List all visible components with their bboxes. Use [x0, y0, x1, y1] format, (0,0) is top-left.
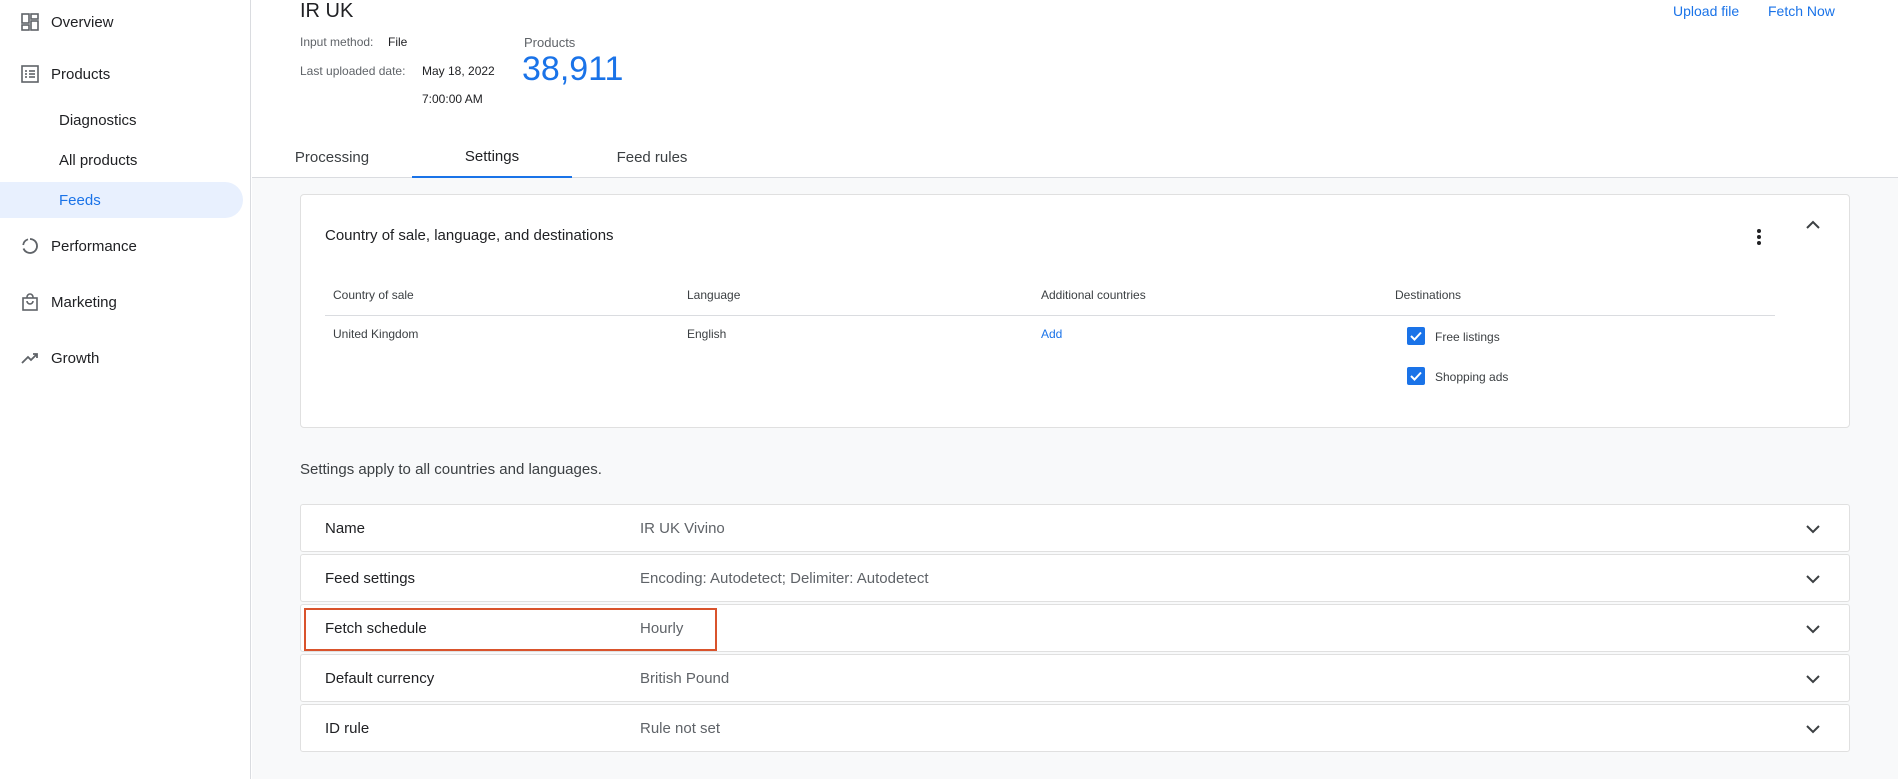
free-listings-label: Free listings [1435, 330, 1500, 344]
tab-processing[interactable]: Processing [278, 136, 386, 178]
setting-value: Rule not set [640, 720, 721, 737]
setting-row-feed-settings[interactable]: Feed settings Encoding: Autodetect; Deli… [300, 554, 1850, 602]
sidebar-item-products[interactable]: Products [0, 56, 243, 92]
sidebar-item-label: Overview [51, 13, 114, 31]
free-listings-checkbox[interactable] [1407, 327, 1425, 345]
chevron-down-icon[interactable] [1801, 667, 1825, 691]
input-method-value: File [388, 35, 408, 49]
setting-name: Feed settings [325, 570, 416, 587]
chevron-down-icon[interactable] [1801, 517, 1825, 541]
main-content: IR UK Input method: File Last uploaded d… [252, 0, 1898, 779]
sidebar-item-growth[interactable]: Growth [0, 340, 243, 376]
column-header-additional-countries: Additional countries [1041, 288, 1146, 302]
products-count: 38,911 [522, 50, 624, 88]
setting-row-name[interactable]: Name IR UK Vivino [300, 504, 1850, 552]
checkmark-icon [1410, 371, 1422, 381]
sidebar: Overview Products Diagnostics All produc… [0, 0, 251, 779]
sidebar-item-label: Growth [51, 349, 100, 367]
products-label: Products [524, 35, 576, 50]
shopping-bag-icon [20, 292, 40, 312]
setting-value: British Pound [640, 670, 730, 687]
setting-row-default-currency[interactable]: Default currency British Pound [300, 654, 1850, 702]
column-header-language: Language [687, 288, 741, 302]
circle-chart-icon [20, 236, 40, 256]
setting-name: Default currency [325, 670, 435, 687]
language-cell: English [687, 327, 727, 341]
setting-row-fetch-schedule[interactable]: Fetch schedule Hourly [300, 604, 1850, 652]
add-country-link[interactable]: Add [1041, 327, 1062, 341]
sidebar-item-label: Marketing [51, 293, 117, 311]
settings-note: Settings apply to all countries and lang… [300, 461, 602, 478]
trending-up-icon [20, 348, 40, 368]
column-header-destinations: Destinations [1395, 288, 1462, 302]
sidebar-item-label: Products [51, 65, 111, 83]
table-divider [325, 315, 1775, 316]
tab-settings[interactable]: Settings [412, 136, 572, 178]
sidebar-item-label: Diagnostics [59, 111, 137, 129]
setting-value: Hourly [640, 620, 684, 637]
sidebar-item-performance[interactable]: Performance [0, 228, 243, 264]
sidebar-item-all-products[interactable]: All products [0, 142, 243, 178]
column-header-country: Country of sale [333, 288, 414, 302]
page-title: IR UK [300, 0, 354, 22]
chevron-down-icon[interactable] [1801, 717, 1825, 741]
setting-name: Fetch schedule [325, 620, 427, 637]
chevron-down-icon[interactable] [1801, 567, 1825, 591]
setting-name: Name [325, 520, 366, 537]
dashboard-icon [20, 12, 40, 32]
upload-file-button[interactable]: Upload file [1673, 3, 1739, 19]
shopping-ads-checkbox[interactable] [1407, 367, 1425, 385]
checkmark-icon [1410, 331, 1422, 341]
sidebar-item-marketing[interactable]: Marketing [0, 284, 243, 320]
list-icon [20, 64, 40, 84]
sidebar-item-label: Performance [51, 237, 137, 255]
setting-value: IR UK Vivino [640, 520, 725, 537]
setting-name: ID rule [325, 720, 370, 737]
chevron-down-icon[interactable] [1801, 617, 1825, 641]
country-cell: United Kingdom [333, 327, 419, 341]
setting-value: Encoding: Autodetect; Delimiter: Autodet… [640, 570, 929, 587]
card-title: Country of sale, language, and destinati… [325, 227, 614, 244]
tab-feed-rules[interactable]: Feed rules [598, 136, 706, 178]
sidebar-item-overview[interactable]: Overview [0, 4, 243, 40]
last-uploaded-date: May 18, 2022 [422, 64, 495, 78]
country-destinations-card: Country of sale, language, and destinati… [300, 194, 1850, 428]
feed-header: IR UK Input method: File Last uploaded d… [252, 0, 1898, 178]
sidebar-item-diagnostics[interactable]: Diagnostics [0, 102, 243, 138]
input-method-label: Input method: [300, 35, 374, 49]
sidebar-item-feeds[interactable]: Feeds [0, 182, 243, 218]
sidebar-item-label: All products [59, 151, 138, 169]
sidebar-item-label: Feeds [59, 191, 101, 209]
setting-row-id-rule[interactable]: ID rule Rule not set [300, 704, 1850, 752]
last-uploaded-label: Last uploaded date: [300, 64, 406, 78]
fetch-now-button[interactable]: Fetch Now [1768, 3, 1835, 19]
last-uploaded-time: 7:00:00 AM [422, 92, 483, 106]
collapse-chevron-up-icon[interactable] [1801, 213, 1825, 237]
shopping-ads-label: Shopping ads [1435, 370, 1509, 384]
more-vert-icon[interactable] [1749, 225, 1769, 249]
